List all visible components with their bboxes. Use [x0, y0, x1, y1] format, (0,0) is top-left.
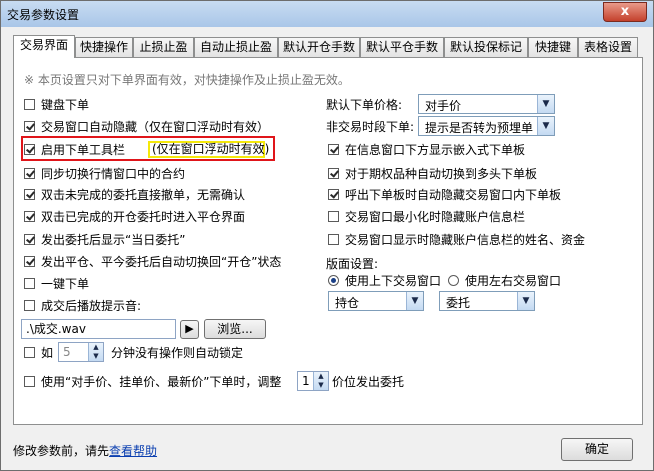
toolbar-hint-highlight: (仅在窗口浮动时有效) — [148, 141, 269, 158]
sound-file-input[interactable]: .\成交.wav — [21, 319, 176, 339]
checkbox[interactable] — [24, 210, 35, 222]
tab-default-open-lots[interactable]: 默认开仓手数 — [278, 37, 360, 57]
radio[interactable] — [328, 274, 339, 286]
option-auto-hide[interactable]: 交易窗口自动隐藏（仅在窗口浮动时有效） — [24, 117, 269, 135]
checkbox[interactable] — [24, 188, 35, 200]
checkbox[interactable] — [328, 167, 339, 179]
checkbox[interactable] — [24, 375, 35, 387]
checkbox[interactable] — [328, 188, 339, 200]
option-sync-contract[interactable]: 同步切换行情窗口中的合约 — [24, 164, 185, 182]
panel-note: ※ 本页设置只对下单界面有效，对快捷操作及止损止盈无效。 — [24, 73, 350, 87]
ok-button[interactable]: 确定 — [561, 438, 633, 461]
option-price-adjust[interactable]: 使用“对手价、挂单价、最新价”下单时，调整 — [24, 372, 281, 390]
price-adjust-stepper[interactable]: 1 ▲ ▼ — [297, 371, 329, 391]
option-hide-account-name[interactable]: 交易窗口显示时隐藏账户信息栏的姓名、资金 — [328, 230, 585, 248]
default-price-select[interactable]: 对手价 ▼ — [418, 94, 555, 114]
radio-updown-layout[interactable]: 使用上下交易窗口 — [328, 271, 441, 289]
checkbox[interactable] — [24, 167, 35, 179]
settings-panel: ※ 本页设置只对下单界面有效，对快捷操作及止损止盈无效。 键盘下单 交易窗口自动… — [13, 57, 643, 425]
stepper-arrows-icon[interactable]: ▲ ▼ — [88, 343, 103, 361]
layout-combo-2[interactable]: 委托 ▼ — [439, 291, 535, 311]
chevron-down-icon[interactable]: ▼ — [406, 292, 423, 310]
chevron-down-icon[interactable]: ▼ — [537, 95, 554, 113]
tab-shortcut-ops[interactable]: 快捷操作 — [75, 37, 133, 57]
option-hide-inner-board[interactable]: 呼出下单板时自动隐藏交易窗口内下单板 — [328, 185, 561, 203]
close-icon[interactable]: x — [603, 2, 647, 22]
nontrading-label: 非交易时段下单: — [326, 119, 415, 134]
option-auto-switch-open[interactable]: 发出平仓、平今委托后自动切换回“开仓”状态 — [24, 252, 281, 270]
option-hide-account-bar-min[interactable]: 交易窗口最小化时隐藏账户信息栏 — [328, 207, 525, 225]
option-show-today-orders[interactable]: 发出委托后显示“当日委托” — [24, 230, 185, 248]
price-adjust-suffix: 价位发出委托 — [332, 374, 405, 389]
option-one-click-order[interactable]: 一键下单 — [24, 274, 89, 292]
checkbox[interactable] — [24, 255, 35, 267]
option-embedded-order-board[interactable]: 在信息窗口下方显示嵌入式下单板 — [328, 140, 525, 158]
checkbox[interactable] — [24, 98, 35, 110]
help-link[interactable]: 查看帮助 — [109, 444, 157, 458]
chevron-down-icon[interactable]: ▼ — [537, 117, 554, 135]
checkbox[interactable] — [24, 143, 35, 155]
tab-trade-ui[interactable]: 交易界面 — [13, 35, 75, 58]
layout-combo-1[interactable]: 持仓 ▼ — [328, 291, 424, 311]
option-keyboard-order[interactable]: 键盘下单 — [24, 95, 89, 113]
layout-label: 版面设置: — [326, 256, 379, 271]
option-dblclick-cancel[interactable]: 双击未完成的委托直接撤单，无需确认 — [24, 185, 245, 203]
radio[interactable] — [448, 274, 459, 286]
radio-leftright-layout[interactable]: 使用左右交易窗口 — [448, 271, 561, 289]
checkbox[interactable] — [24, 346, 35, 358]
tab-default-hedge-flag[interactable]: 默认投保标记 — [444, 37, 528, 57]
option-auto-lock[interactable]: 如 — [24, 343, 53, 361]
play-icon[interactable]: ▶ — [180, 320, 199, 339]
tab-auto-stop-loss[interactable]: 自动止损止盈 — [194, 37, 278, 57]
checkbox[interactable] — [24, 299, 35, 311]
tab-default-close-lots[interactable]: 默认平仓手数 — [360, 37, 444, 57]
tab-hotkeys[interactable]: 快捷键 — [528, 37, 578, 57]
checkbox[interactable] — [328, 143, 339, 155]
tab-table-settings[interactable]: 表格设置 — [578, 37, 638, 57]
auto-lock-suffix: 分钟没有操作则自动锁定 — [111, 345, 244, 360]
option-dblclick-close[interactable]: 双击已完成的开仓委托时进入平仓界面 — [24, 207, 245, 225]
footer-help: 修改参数前，请先查看帮助 — [13, 444, 158, 458]
stepper-arrows-icon[interactable]: ▲ ▼ — [313, 372, 328, 390]
lock-minutes-stepper[interactable]: 5 ▲ ▼ — [58, 342, 104, 362]
checkbox[interactable] — [328, 210, 339, 222]
tab-stop-loss[interactable]: 止损止盈 — [133, 37, 194, 57]
checkbox[interactable] — [24, 277, 35, 289]
option-play-sound[interactable]: 成交后播放提示音: — [24, 296, 141, 314]
checkbox[interactable] — [328, 233, 339, 245]
default-price-label: 默认下单价格: — [326, 97, 403, 112]
checkbox[interactable] — [24, 233, 35, 245]
browse-button[interactable]: 浏览... — [204, 319, 266, 339]
checkbox[interactable] — [24, 120, 35, 132]
nontrading-select[interactable]: 提示是否转为预埋单 ▼ — [418, 116, 555, 136]
option-option-long-board[interactable]: 对于期权品种自动切换到多头下单板 — [328, 164, 537, 182]
trade-settings-window: 交易参数设置 x 交易界面 快捷操作 止损止盈 自动止损止盈 默认开仓手数 默认… — [0, 0, 654, 471]
title-bar: 交易参数设置 x — [1, 1, 653, 27]
chevron-down-icon[interactable]: ▼ — [517, 292, 534, 310]
window-title: 交易参数设置 — [7, 8, 80, 22]
option-order-toolbar[interactable]: 启用下单工具栏 — [24, 140, 125, 158]
